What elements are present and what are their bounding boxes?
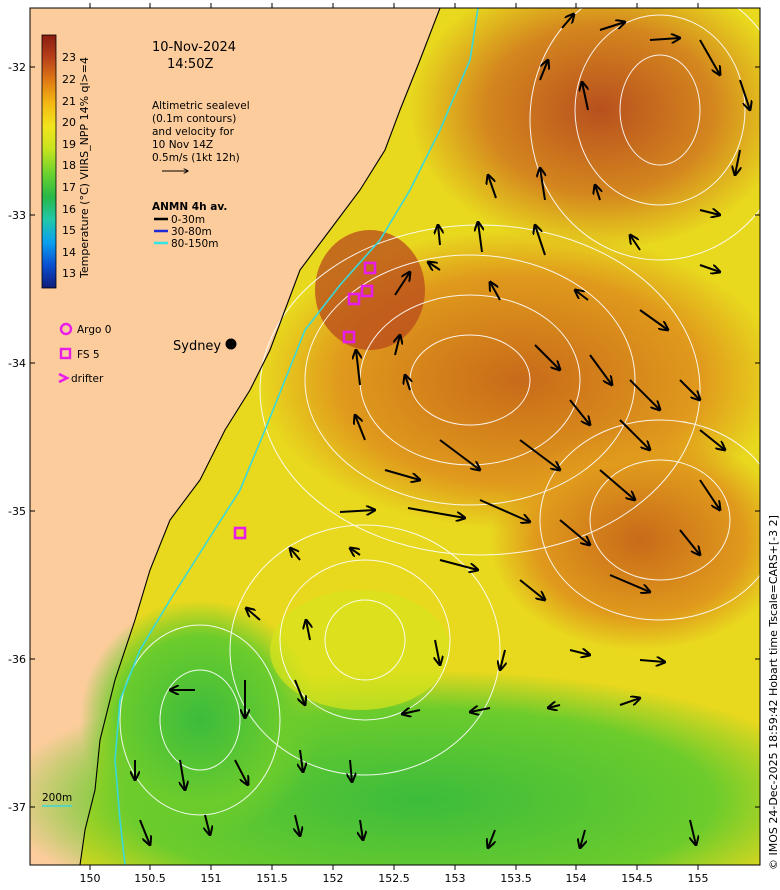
mooring-legend-title: ANMN 4h av.: [152, 201, 227, 213]
city-label: Sydney: [173, 339, 221, 354]
note-line: (0.1m contours): [152, 113, 236, 125]
y-tick-label: -37: [8, 801, 26, 814]
x-tick-label: 153: [445, 872, 466, 885]
isobath-legend: 200m: [42, 792, 72, 807]
y-tick-label: -34: [8, 357, 26, 370]
note-line: 10 Nov 14Z: [152, 139, 213, 151]
colorbar-tick: 20: [62, 116, 76, 129]
colorbar: 13 14 15 16 17 18 19 20 21 22 23 Tempera…: [41, 34, 91, 289]
note-line: Altimetric sealevel: [152, 100, 250, 112]
hot-core: [315, 230, 425, 350]
colorbar-gradient: [41, 34, 57, 289]
x-tick-label: 152.5: [378, 872, 410, 885]
colorbar-tick: 16: [62, 203, 76, 216]
platform-legend-item: FS 5: [77, 349, 100, 361]
mooring-legend-item: 0-30m: [171, 214, 205, 226]
y-tick-label: -32: [8, 61, 26, 74]
note-line: and velocity for: [152, 126, 235, 138]
x-tick-label: 155: [688, 872, 709, 885]
colorbar-tick: 23: [62, 51, 76, 64]
colorbar-tick: 18: [62, 159, 76, 172]
isobath-label: 200m: [42, 792, 72, 804]
colorbar-tick: 13: [62, 267, 76, 280]
mooring-legend-item: 80-150m: [171, 238, 218, 250]
colorbar-label: Temperature (°C) VIIRS_NPP 14% ql>=4: [78, 57, 91, 279]
colorbar-tick: 14: [62, 246, 76, 259]
colorbar-tick: 22: [62, 73, 76, 86]
x-tick-label: 154.5: [621, 872, 653, 885]
sst-map: 150 150.5 151 151.5 152 152.5 153 153.5 …: [8, 3, 780, 885]
x-tick-label: 150.5: [134, 872, 166, 885]
x-tick-label: 153.5: [500, 872, 532, 885]
colorbar-tick: 19: [62, 138, 76, 151]
map-date: 10-Nov-2024: [152, 40, 236, 55]
x-tick-label: 151.5: [256, 872, 288, 885]
platform-legend-item: Argo 0: [77, 324, 111, 336]
warm-pool-east: [490, 430, 760, 650]
colorbar-tick: 17: [62, 181, 76, 194]
x-tick-label: 152: [323, 872, 344, 885]
y-tick-label: -35: [8, 505, 26, 518]
map-time: 14:50Z: [167, 57, 213, 72]
x-tick-label: 151: [201, 872, 222, 885]
colorbar-tick: 15: [62, 224, 76, 237]
y-tick-label: -33: [8, 209, 26, 222]
mooring-legend-item: 30-80m: [171, 226, 212, 238]
x-tick-label: 154: [566, 872, 587, 885]
y-tick-label: -36: [8, 653, 26, 666]
sydney-dot: [225, 338, 237, 350]
cold-eddy-core: [270, 590, 450, 710]
platform-legend-item: drifter: [71, 373, 104, 385]
colorbar-tick: 21: [62, 95, 76, 108]
credit-text: © IMOS 24-Dec-2025 18:59:42 Hobart time …: [767, 515, 780, 870]
note-line: 0.5m/s (1kt 12h): [152, 152, 240, 164]
x-tick-label: 150: [80, 872, 101, 885]
